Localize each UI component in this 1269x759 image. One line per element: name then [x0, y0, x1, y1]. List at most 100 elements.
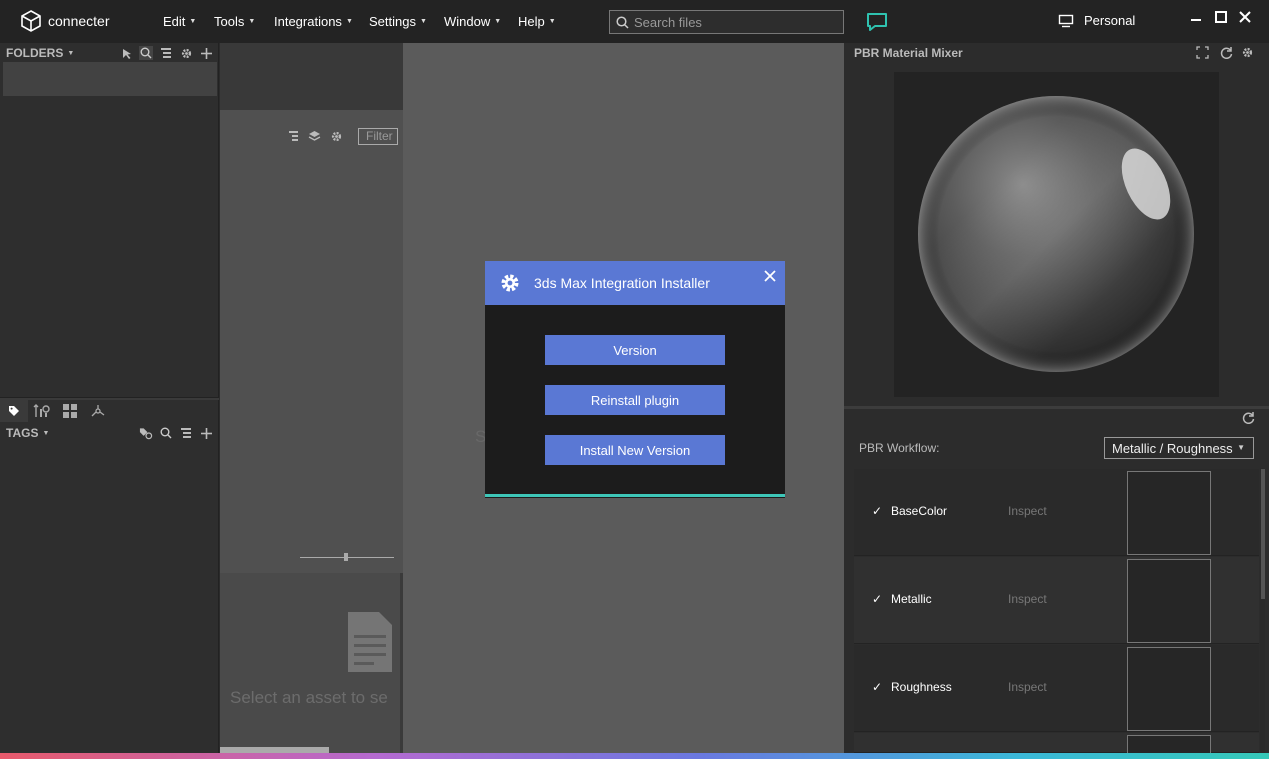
search-input[interactable]	[634, 14, 834, 30]
texture-slot[interactable]	[1127, 647, 1211, 731]
search-icon[interactable]	[159, 426, 173, 440]
chevron-down-icon: ▼	[419, 18, 427, 25]
app-logo[interactable]: connecter	[20, 10, 109, 32]
check-icon[interactable]: ✓	[872, 680, 882, 694]
minimize-icon[interactable]	[1188, 10, 1204, 27]
empty-detail-text: Select an asset to se	[230, 688, 388, 707]
layers-icon[interactable]	[308, 130, 321, 145]
refresh-icon[interactable]	[1242, 411, 1255, 427]
fullscreen-icon[interactable]	[1196, 46, 1209, 62]
tag-filter-icon[interactable]	[139, 426, 153, 440]
refresh-icon[interactable]	[1220, 46, 1233, 62]
menu-tools-label: Tools	[214, 14, 245, 29]
zoom-slider-handle[interactable]	[344, 553, 348, 561]
material-preview[interactable]	[894, 72, 1219, 397]
chevron-down-icon[interactable]: ▼	[67, 50, 74, 57]
maximize-icon[interactable]	[1213, 10, 1229, 27]
search-box[interactable]	[609, 10, 844, 34]
tab-tags[interactable]	[0, 400, 28, 422]
gear-icon	[501, 274, 519, 292]
chevron-down-icon: ▼	[345, 18, 353, 25]
folder-item[interactable]	[3, 62, 217, 96]
gear-icon[interactable]	[179, 46, 193, 60]
menu-window[interactable]: Window ▼	[444, 14, 501, 29]
workflow-value: Metallic / Roughness	[1112, 440, 1233, 456]
tags-header: TAGS ▼	[0, 423, 219, 443]
reinstall-plugin-button[interactable]: Reinstall plugin	[545, 385, 725, 415]
gear-icon[interactable]	[1241, 46, 1254, 62]
filter-input[interactable]: Filter	[358, 128, 398, 145]
chat-icon[interactable]	[866, 12, 888, 35]
search-icon	[616, 15, 629, 29]
folders-header: FOLDERS ▼	[0, 43, 219, 63]
install-new-version-button[interactable]: Install New Version	[545, 435, 725, 465]
select-cursor-icon[interactable]	[119, 46, 133, 60]
workflow-select[interactable]: Metallic / Roughness ▼	[1104, 437, 1254, 459]
gear-icon[interactable]	[330, 130, 343, 146]
version-button[interactable]: Version	[545, 335, 725, 365]
chevron-down-icon: ▼	[548, 18, 556, 25]
plus-icon[interactable]	[199, 426, 213, 440]
chevron-down-icon: ▼	[494, 18, 502, 25]
list-tree-icon[interactable]	[289, 130, 299, 145]
tab-sort[interactable]	[28, 400, 56, 422]
grid-icon	[63, 404, 77, 418]
tags-toolbar	[139, 426, 213, 440]
check-icon[interactable]: ✓	[872, 504, 882, 518]
chevron-down-icon: ▼	[248, 18, 256, 25]
scrollbar-thumb[interactable]	[1261, 469, 1265, 599]
search-icon[interactable]	[139, 46, 153, 60]
material-row-next[interactable]	[854, 733, 1259, 753]
asset-detail-panel: Select an asset to se	[220, 573, 400, 753]
material-sphere	[918, 96, 1194, 372]
dialog-title: 3ds Max Integration Installer	[534, 275, 710, 291]
menu-settings[interactable]: Settings ▼	[369, 14, 427, 29]
channel-name: BaseColor	[891, 504, 948, 518]
plus-icon[interactable]	[199, 46, 213, 60]
document-icon	[348, 612, 392, 672]
chevron-down-icon[interactable]: ▼	[42, 430, 49, 437]
workspace-label: Personal	[1084, 13, 1136, 28]
assets-grid: Filter	[220, 110, 403, 573]
material-row-metallic[interactable]: ✓ Metallic Inspect	[854, 557, 1259, 644]
assets-panel: Filter Select an asset to se	[220, 43, 403, 753]
list-tree-icon[interactable]	[159, 46, 173, 60]
title-bar: connecter Edit ▼ Tools ▼ Integrations ▼ Set…	[0, 0, 1269, 43]
status-gradient-bar	[0, 753, 1269, 759]
material-row-basecolor[interactable]: ✓ BaseColor Inspect	[854, 469, 1259, 556]
workflow-label: PBR Workflow:	[859, 441, 940, 455]
menu-edit-label: Edit	[163, 14, 186, 29]
channel-name: Roughness	[891, 680, 952, 694]
inspect-link[interactable]: Inspect	[1008, 504, 1047, 518]
menu-integrations-label: Integrations	[274, 14, 342, 29]
tab-grid[interactable]	[56, 400, 84, 422]
tags-title[interactable]: TAGS	[6, 426, 38, 440]
texture-slot[interactable]	[1127, 471, 1211, 555]
menu-edit[interactable]: Edit ▼	[163, 14, 196, 29]
chevron-down-icon: ▼	[1237, 443, 1245, 452]
pbr-material-mixer-panel: PBR Material Mixer PBR Workflow: Metalli…	[844, 43, 1269, 753]
integration-installer-dialog: 3ds Max Integration Installer Version Re…	[485, 261, 785, 498]
graph-icon	[91, 405, 105, 417]
close-icon[interactable]	[764, 266, 776, 287]
progress-bar	[485, 494, 785, 497]
menu-tools[interactable]: Tools ▼	[214, 14, 255, 29]
check-icon[interactable]: ✓	[872, 592, 882, 606]
left-panel: FOLDERS ▼ TAGS ▼	[0, 43, 219, 753]
inspect-link[interactable]: Inspect	[1008, 680, 1047, 694]
tab-graph[interactable]	[84, 400, 112, 422]
texture-slot[interactable]	[1127, 559, 1211, 643]
menu-help[interactable]: Help ▼	[518, 14, 556, 29]
inspect-link[interactable]: Inspect	[1008, 592, 1047, 606]
workspace-switcher[interactable]: Personal	[1058, 13, 1135, 28]
texture-slot[interactable]	[1127, 735, 1211, 753]
panel-divider[interactable]	[844, 406, 1269, 409]
menu-integrations[interactable]: Integrations ▼	[274, 14, 353, 29]
folders-title[interactable]: FOLDERS	[6, 46, 63, 60]
sort-icon	[33, 404, 50, 417]
chevron-down-icon: ▼	[189, 18, 197, 25]
list-tree-icon[interactable]	[179, 426, 193, 440]
material-row-roughness[interactable]: ✓ Roughness Inspect	[854, 645, 1259, 732]
close-icon[interactable]	[1237, 10, 1253, 27]
monitor-icon	[1058, 14, 1074, 27]
